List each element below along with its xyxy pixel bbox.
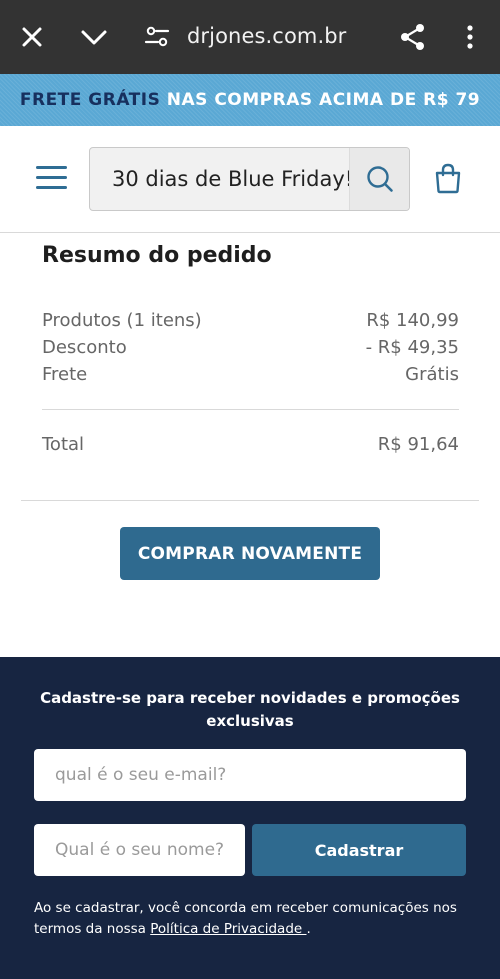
summary-row-value: - R$ 49,35 bbox=[365, 337, 459, 358]
shopping-bag-icon[interactable] bbox=[433, 162, 463, 199]
summary-row-label: Desconto bbox=[42, 337, 127, 358]
search-bar bbox=[89, 147, 410, 211]
section-divider bbox=[21, 500, 479, 501]
total-label: Total bbox=[42, 434, 85, 455]
more-vert-icon[interactable] bbox=[455, 22, 485, 52]
search-icon bbox=[367, 166, 393, 192]
summary-row-value: Grátis bbox=[405, 364, 459, 385]
free-shipping-banner: FRETE GRÁTIS NAS COMPRAS ACIMA DE R$ 79 bbox=[0, 74, 500, 126]
banner-highlight: FRETE GRÁTIS bbox=[19, 90, 161, 110]
email-field[interactable] bbox=[34, 749, 466, 801]
legal-suffix: . bbox=[306, 921, 311, 937]
site-settings-icon[interactable] bbox=[142, 22, 172, 52]
chevron-down-icon[interactable] bbox=[79, 22, 109, 52]
share-icon[interactable] bbox=[398, 22, 428, 52]
banner-text: FRETE GRÁTIS NAS COMPRAS ACIMA DE R$ 79 bbox=[0, 90, 500, 110]
subscribe-button[interactable]: Cadastrar bbox=[252, 824, 466, 876]
newsletter-title: Cadastre-se para receber novidades e pro… bbox=[40, 689, 460, 730]
newsletter-footer: Cadastre-se para receber novidades e pro… bbox=[0, 657, 500, 979]
buy-again-button[interactable]: COMPRAR NOVAMENTE bbox=[120, 527, 380, 580]
summary-row-label: Produtos (1 itens) bbox=[42, 310, 202, 331]
address-bar-url[interactable]: drjones.com.br bbox=[187, 24, 346, 48]
menu-icon[interactable] bbox=[36, 166, 67, 190]
privacy-policy-link[interactable]: Política de Privacidade bbox=[150, 921, 306, 937]
browser-toolbar: drjones.com.br bbox=[0, 0, 500, 74]
summary-divider bbox=[42, 409, 459, 410]
close-icon[interactable] bbox=[17, 22, 47, 52]
summary-row-label: Frete bbox=[42, 364, 88, 385]
legal-text: Ao se cadastrar, você concorda em recebe… bbox=[34, 898, 474, 940]
search-button[interactable] bbox=[349, 148, 409, 210]
order-summary-title: Resumo do pedido bbox=[42, 243, 272, 268]
banner-rest: NAS COMPRAS ACIMA DE R$ 79 bbox=[160, 90, 481, 110]
search-input[interactable] bbox=[90, 148, 350, 210]
name-field[interactable] bbox=[34, 824, 245, 876]
site-header bbox=[0, 126, 500, 233]
total-value: R$ 91,64 bbox=[377, 434, 459, 455]
summary-row-value: R$ 140,99 bbox=[366, 310, 459, 331]
